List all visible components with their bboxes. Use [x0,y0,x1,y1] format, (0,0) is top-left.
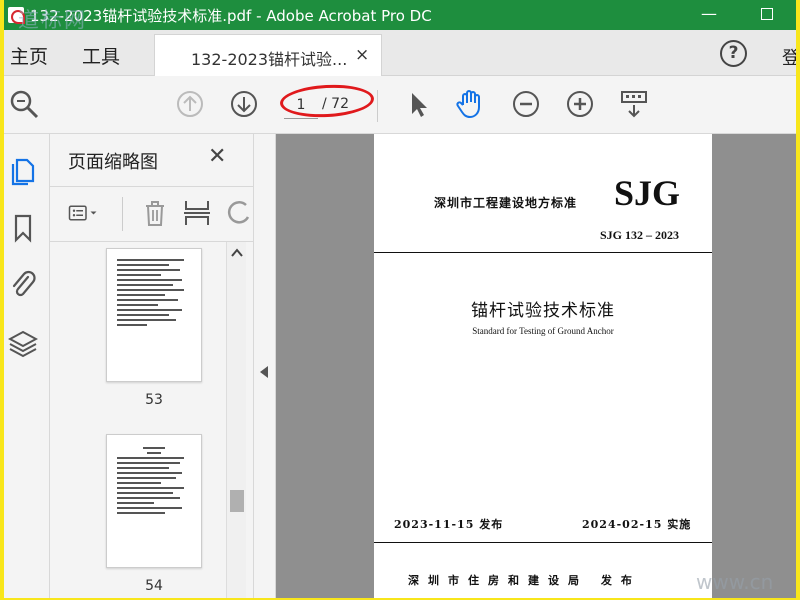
document-viewport[interactable]: 深圳市工程建设地方标准 SJG SJG 132 – 2023 锚杆试验技术标准 … [276,134,796,598]
page-divider [374,252,712,253]
navigation-rail [4,134,50,598]
thumbnail-page-53[interactable] [106,248,202,382]
standard-title-cn: 锚杆试验技术标准 [471,301,615,321]
tab-home[interactable]: 主页 [10,42,48,69]
help-button[interactable]: ? [720,40,747,67]
page-thumbnails-icon[interactable] [8,154,38,186]
panel-collapse-handle[interactable] [254,134,276,598]
sign-in-button[interactable]: 登 [782,44,796,70]
options-menu-icon[interactable] [68,197,98,229]
standard-title-en: Standard for Testing of Ground Anchor [472,326,614,336]
window-title: 132-2023锚杆试验技术标准.pdf - Adobe Acrobat Pro… [30,6,432,25]
tab-document[interactable]: 132-2023锚杆试验... × [154,34,382,77]
acrobat-window: 132-2023锚杆试验技术标准.pdf - Adobe Acrobat Pro… [4,0,796,598]
standard-code: SJG 132 – 2023 [600,228,680,242]
document-tab-label: 132-2023锚杆试验... [191,50,348,69]
zoom-in-icon[interactable] [564,88,596,120]
main-toolbar: 1 / 72 [4,76,796,134]
issuing-authority: 深圳市住房和建设局 发布 [408,574,641,587]
panel-toolbar [50,186,254,242]
red-annotation-circle [279,82,375,120]
scroll-up-icon[interactable] [231,248,243,258]
page-thumbnails-panel: 页面缩略图 ✕ 53 54 [50,134,254,598]
thumbnail-scrollbar[interactable] [226,242,246,598]
panel-toolbar-divider [122,197,123,231]
scrolling-mode-icon[interactable] [618,88,650,120]
thumbnail-page-54[interactable] [106,434,202,568]
attachment-icon[interactable] [8,268,38,300]
standard-organization: 深圳市工程建设地方标准 [434,196,578,210]
document-tab-close-button[interactable]: × [355,45,369,65]
layers-icon[interactable] [8,328,38,360]
minimize-button[interactable]: — [701,4,717,23]
thumbnail-label: 54 [145,578,163,594]
previous-page-icon[interactable] [174,88,206,120]
standard-series: SJG [614,173,681,213]
document-page: 深圳市工程建设地方标准 SJG SJG 132 – 2023 锚杆试验技术标准 … [374,134,712,598]
toolbar-divider [377,90,378,122]
panel-close-button[interactable]: ✕ [208,144,226,169]
search-icon[interactable] [8,88,40,120]
next-page-icon[interactable] [228,88,260,120]
thumbnail-list: 53 54 [50,242,226,598]
scrollbar-thumb[interactable] [230,490,244,512]
tab-bar: 主页 工具 132-2023锚杆试验... × ? 登 [4,30,796,77]
issue-date: 2023-11-15 发布 [394,518,504,531]
maximize-button[interactable] [761,8,773,20]
title-bar: 132-2023锚杆试验技术标准.pdf - Adobe Acrobat Pro… [4,0,796,30]
rotate-icon[interactable] [224,197,254,229]
thumbnail-text-lines [117,447,191,517]
tab-tools[interactable]: 工具 [82,42,120,69]
panel-title: 页面缩略图 [68,152,158,173]
trash-icon[interactable] [140,197,170,229]
bookmark-icon[interactable] [8,212,38,244]
select-cursor-icon[interactable] [402,88,434,120]
thumbnail-text-lines [117,259,191,329]
thumbnail-label: 53 [145,392,163,408]
collapse-arrow-icon[interactable] [260,366,268,378]
zoom-out-icon[interactable] [510,88,542,120]
effective-date: 2024-02-15 实施 [582,518,692,531]
page-divider [374,542,712,543]
extract-pages-icon[interactable] [182,197,212,229]
watermark-bottom-right: www.cn [696,570,774,594]
hand-tool-icon[interactable] [454,88,486,120]
